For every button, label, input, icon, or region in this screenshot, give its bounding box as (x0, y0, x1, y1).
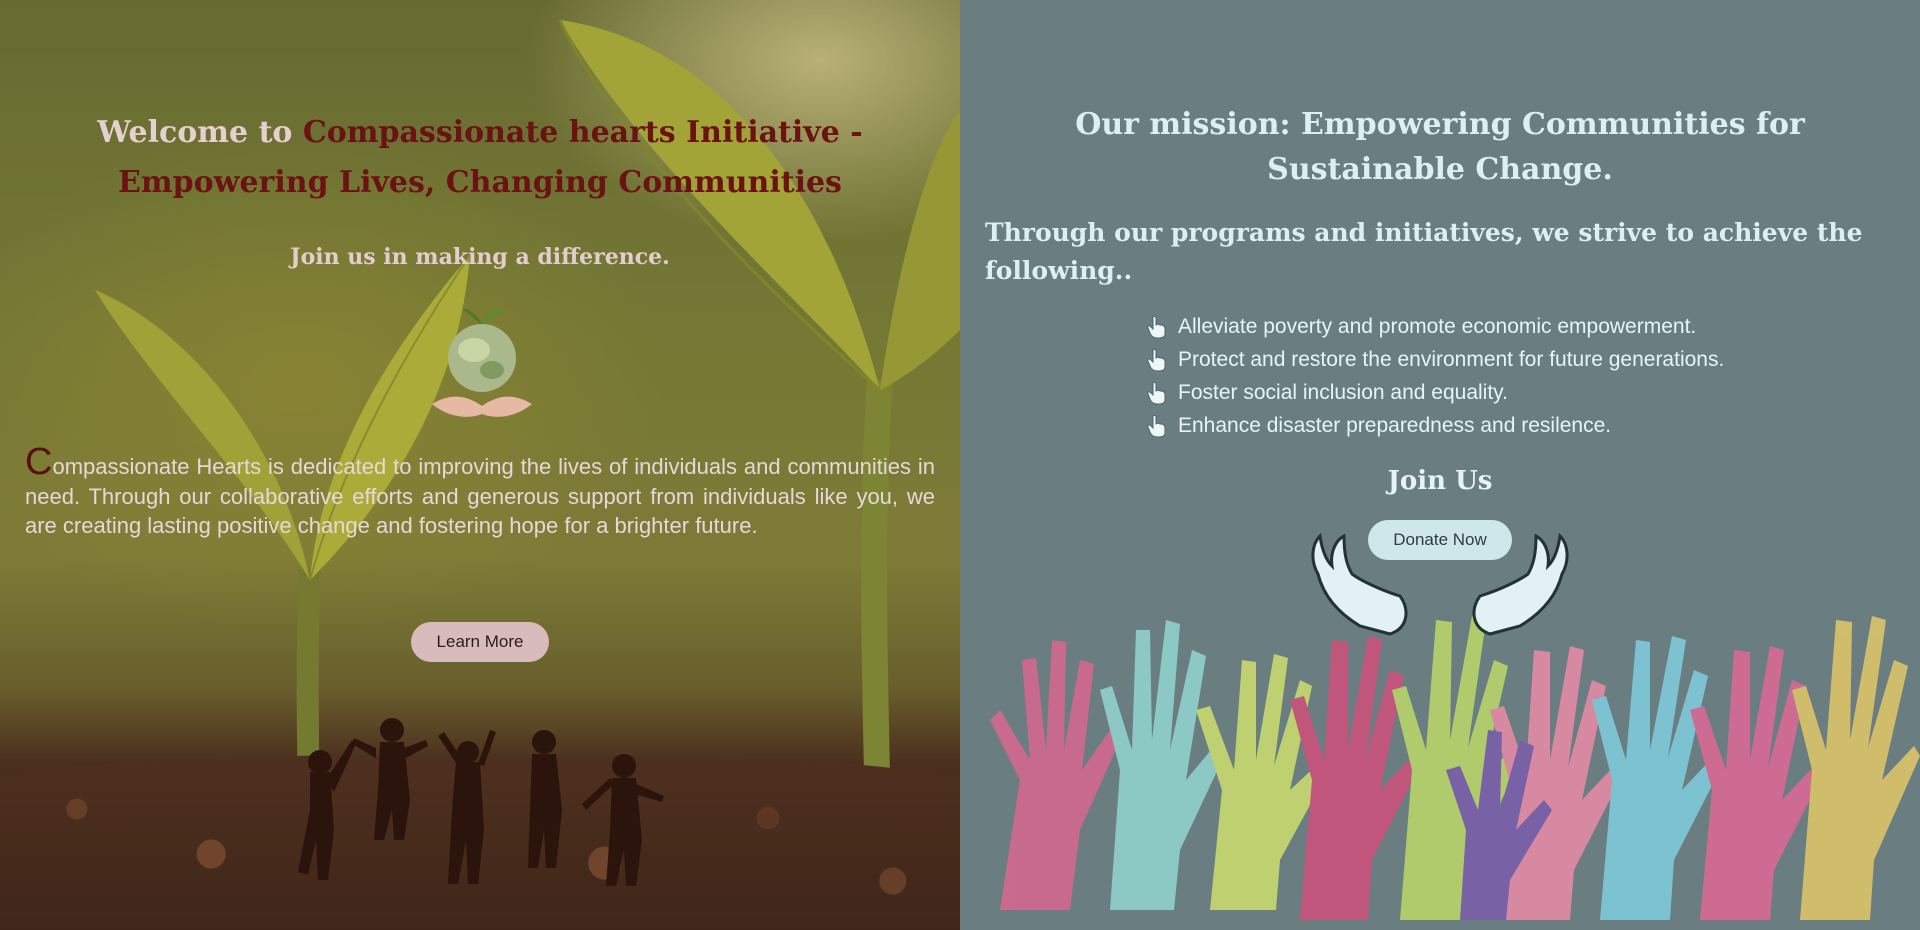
goal-item: Protect and restore the environment for … (1146, 343, 1724, 376)
goal-text: Protect and restore the environment for … (1178, 347, 1725, 371)
hero-dropcap: C (25, 441, 53, 483)
hero-description-text: ompassionate Hearts is dedicated to impr… (25, 454, 935, 538)
hero-title-prefix: Welcome to (97, 115, 303, 150)
pointing-hand-icon (1147, 414, 1166, 438)
hero-description: Compassionate Hearts is dedicated to imp… (25, 443, 935, 541)
pointing-hand-icon (1147, 315, 1166, 339)
goal-item: Foster social inclusion and equality. (1146, 376, 1724, 409)
goal-text: Foster social inclusion and equality. (1178, 380, 1508, 404)
hero-subtitle: Join us in making a difference. (290, 244, 670, 270)
mission-intro: Through our programs and initiatives, we… (985, 218, 1863, 285)
goal-text: Enhance disaster preparedness and resile… (1178, 413, 1612, 437)
hero-section: Welcome to Compassionate hearts Initiati… (0, 0, 960, 930)
mission-title: Our mission: Empowering Communities for … (1075, 107, 1805, 187)
goal-item: Alleviate poverty and promote economic e… (1146, 310, 1724, 343)
globe-in-hands-logo (432, 307, 532, 417)
pointing-hand-icon (1147, 348, 1166, 372)
children-silhouettes-image (298, 718, 664, 886)
goal-item: Enhance disaster preparedness and resile… (1146, 409, 1724, 442)
mission-goals-list: Alleviate poverty and promote economic e… (1146, 310, 1724, 442)
learn-more-button[interactable]: Learn More (411, 622, 549, 662)
hero-title: Welcome to Compassionate hearts Initiati… (60, 108, 900, 208)
goal-text: Alleviate poverty and promote economic e… (1178, 314, 1697, 338)
donate-now-button[interactable]: Donate Now (1368, 520, 1512, 560)
raised-hands-illustration (990, 532, 1920, 920)
mission-section: Our mission: Empowering Communities for … (960, 0, 1920, 930)
join-us-heading: Join Us (1387, 466, 1493, 496)
pointing-hand-icon (1147, 381, 1166, 405)
